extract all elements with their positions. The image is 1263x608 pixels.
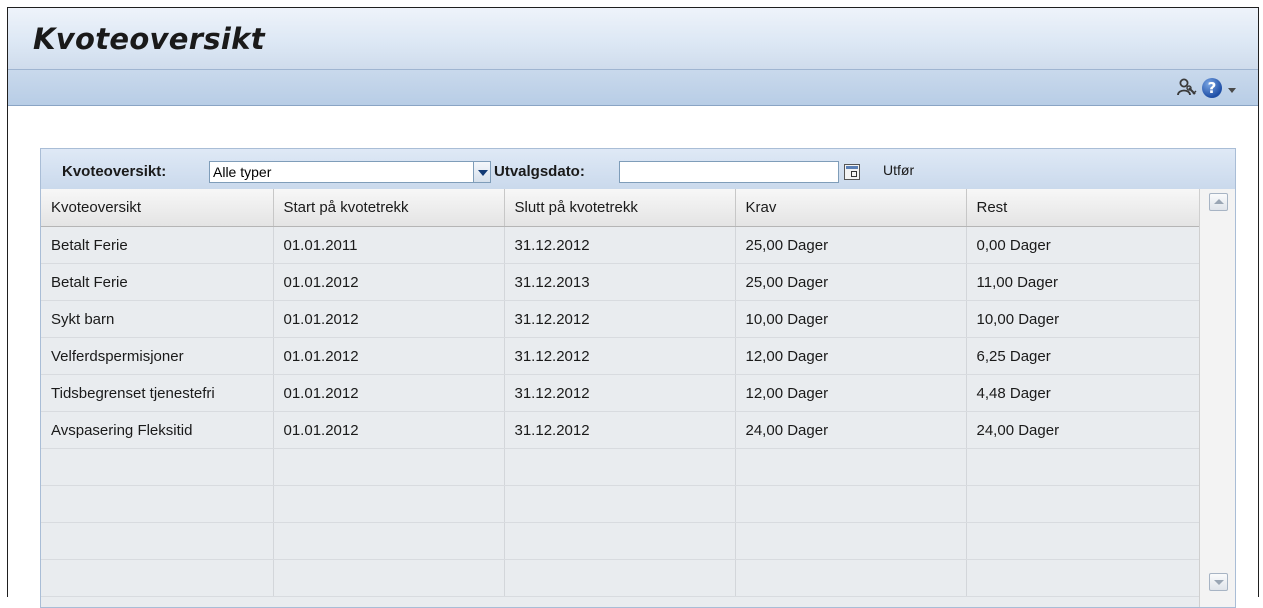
table-cell: Betalt Ferie (41, 263, 274, 301)
table-row[interactable]: Tidsbegrenset tjenestefri 01.01.2012 31.… (41, 374, 1199, 412)
table-cell: 01.01.2012 (273, 374, 505, 412)
title-bar: Kvoteoversikt (8, 8, 1258, 70)
calendar-icon[interactable] (844, 164, 860, 180)
toolbar-tools: ? (1176, 78, 1236, 98)
table-cell: 01.01.2012 (273, 263, 505, 301)
empty-table-row (41, 448, 1199, 486)
table-cell: 12,00 Dager (735, 337, 967, 375)
page-title: Kvoteoversikt (33, 22, 265, 56)
quota-type-label: Kvoteoversikt: (62, 163, 167, 180)
run-button[interactable]: Utfør (883, 162, 914, 178)
table-cell: 12,00 Dager (735, 374, 967, 412)
table-header-row: Kvoteoversikt Start på kvotetrekk Slutt … (41, 189, 1199, 227)
table-cell: 24,00 Dager (966, 411, 1199, 449)
column-header[interactable]: Krav (735, 189, 967, 227)
table-cell: 6,25 Dager (966, 337, 1199, 375)
column-header[interactable]: Kvoteoversikt (41, 189, 274, 227)
application-frame: Kvoteoversikt ? Kvoteoversikt: Alle type… (7, 7, 1259, 608)
table-cell: 01.01.2011 (273, 226, 505, 264)
table-cell: 4,48 Dager (966, 374, 1199, 412)
selection-date-label: Utvalgsdato: (494, 163, 585, 180)
table-row[interactable]: Betalt Ferie 01.01.2012 31.12.2013 25,00… (41, 263, 1199, 301)
toolbar: ? (8, 70, 1258, 106)
user-settings-icon[interactable] (1176, 78, 1198, 98)
table-cell: 31.12.2012 (504, 300, 736, 338)
quota-type-value: Alle typer (213, 164, 272, 180)
table-cell: 0,00 Dager (966, 226, 1199, 264)
table-cell: Velferdspermisjoner (41, 337, 274, 375)
table-row[interactable]: Betalt Ferie 01.01.2011 31.12.2012 25,00… (41, 226, 1199, 264)
empty-table-row (41, 559, 1199, 597)
table-cell: 10,00 Dager (966, 300, 1199, 338)
empty-table-row (41, 522, 1199, 560)
table-cell: Avspasering Fleksitid (41, 411, 274, 449)
empty-table-row (41, 485, 1199, 523)
table-cell: Betalt Ferie (41, 226, 274, 264)
table-cell: Sykt barn (41, 300, 274, 338)
filter-bar: Kvoteoversikt: Alle typer Utvalgsdato: U… (41, 149, 1235, 189)
table-row[interactable]: Sykt barn 01.01.2012 31.12.2012 10,00 Da… (41, 300, 1199, 338)
table-cell: 31.12.2012 (504, 374, 736, 412)
table-cell: 01.01.2012 (273, 300, 505, 338)
table-cell: 25,00 Dager (735, 263, 967, 301)
table-cell: 31.12.2013 (504, 263, 736, 301)
dropdown-arrow-icon[interactable] (473, 161, 491, 183)
table-cell: 10,00 Dager (735, 300, 967, 338)
table-cell: Tidsbegrenset tjenestefri (41, 374, 274, 412)
table-row[interactable]: Velferdspermisjoner 01.01.2012 31.12.201… (41, 337, 1199, 375)
table-row[interactable]: Avspasering Fleksitid 01.01.2012 31.12.2… (41, 411, 1199, 449)
table-cell: 01.01.2012 (273, 337, 505, 375)
dropdown-triangle-icon[interactable] (1228, 87, 1236, 93)
column-header[interactable]: Rest (966, 189, 1199, 227)
column-header[interactable]: Start på kvotetrekk (273, 189, 505, 227)
scroll-down-icon[interactable] (1209, 573, 1228, 591)
selection-date-input[interactable] (619, 161, 839, 183)
table-cell: 11,00 Dager (966, 263, 1199, 301)
help-icon[interactable]: ? (1202, 78, 1222, 98)
table-cell: 24,00 Dager (735, 411, 967, 449)
table-cell: 01.01.2012 (273, 411, 505, 449)
quota-panel: Kvoteoversikt: Alle typer Utvalgsdato: U… (40, 148, 1236, 608)
scroll-up-icon[interactable] (1209, 193, 1228, 211)
table-cell: 31.12.2012 (504, 411, 736, 449)
quota-table: Kvoteoversikt Start på kvotetrekk Slutt … (41, 189, 1199, 597)
vertical-scrollbar[interactable] (1199, 189, 1235, 607)
quota-type-select[interactable]: Alle typer (209, 161, 489, 183)
table-cell: 31.12.2012 (504, 226, 736, 264)
quota-table-container: Kvoteoversikt Start på kvotetrekk Slutt … (41, 189, 1199, 607)
table-cell: 31.12.2012 (504, 337, 736, 375)
table-cell: 25,00 Dager (735, 226, 967, 264)
column-header[interactable]: Slutt på kvotetrekk (504, 189, 736, 227)
